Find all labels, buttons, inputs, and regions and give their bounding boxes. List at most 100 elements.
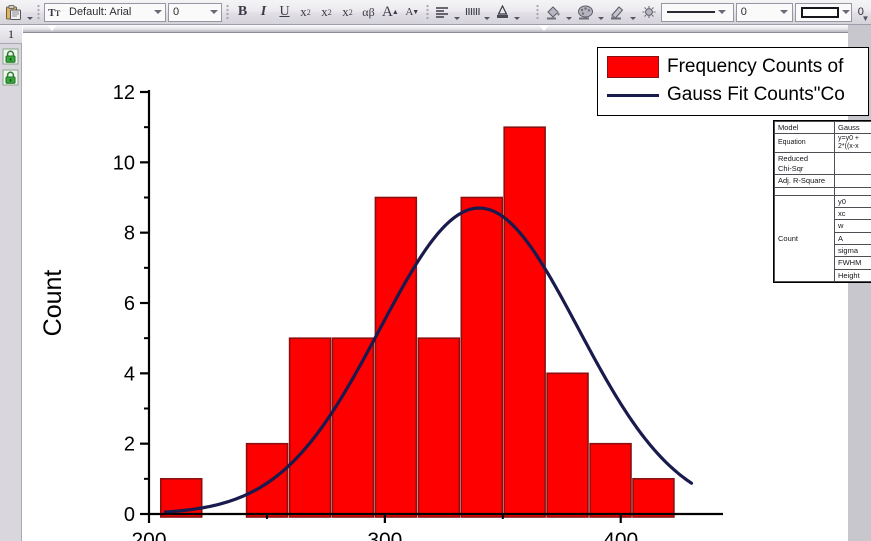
fit-statistics-grid: Model Gauss Equation y=y0 +2*((x-x Reduced Ch… xyxy=(774,121,871,283)
superscript-exp: 2 xyxy=(306,7,311,17)
histogram-bar[interactable] xyxy=(374,196,418,518)
toolbar-separator xyxy=(37,3,40,21)
histogram-bar[interactable] xyxy=(632,477,675,518)
stats-value-line: 2*((x-x xyxy=(838,143,859,151)
legend-label: Gauss Fit Counts"Co xyxy=(667,84,845,105)
chevron-down-icon[interactable] xyxy=(839,4,854,21)
stats-row: Reduced Chi-Sqr xyxy=(774,152,871,176)
paste-dropdown-arrow[interactable] xyxy=(25,2,34,23)
stats-param-name: sigma xyxy=(838,246,859,256)
stats-label-cell: Reduced Chi-Sqr xyxy=(774,152,835,176)
bold-button[interactable]: B xyxy=(232,2,253,23)
fit-statistics-table[interactable]: Model Gauss Equation y=y0 +2*((x-x Reduced Ch… xyxy=(773,120,871,284)
ruler-margin-marker-left[interactable] xyxy=(47,25,57,31)
y-axis-tick-label: 0 xyxy=(124,504,135,526)
legend-entry-frequency-counts[interactable]: Frequency Counts of xyxy=(607,53,868,81)
font-family-value: Default: Arial xyxy=(69,6,132,18)
fill-color-dropdown-arrow[interactable] xyxy=(565,2,574,23)
histogram-bar[interactable] xyxy=(331,337,375,518)
stats-label-line: Chi-Sqr xyxy=(778,163,804,173)
stats-label-cell: Model xyxy=(774,121,835,135)
y-axis-tick-label: 12 xyxy=(113,82,135,104)
stats-param-name: Height xyxy=(838,270,860,280)
font-color-icon[interactable] xyxy=(492,2,513,23)
greek-symbol-button[interactable]: αβ xyxy=(358,2,379,23)
underline-button[interactable]: U xyxy=(274,2,295,23)
histogram-bar[interactable] xyxy=(417,337,461,518)
trailing-value-combo[interactable]: 0 xyxy=(854,3,871,22)
arrow-down-icon: ▼ xyxy=(412,8,420,16)
superscript-subscript-button[interactable]: x2 xyxy=(337,2,358,23)
legend-entry-gauss-fit[interactable]: Gauss Fit Counts"Co xyxy=(607,81,868,109)
font-family-combo[interactable]: T T Default: Arial xyxy=(44,2,166,22)
chevron-down-icon[interactable] xyxy=(206,4,221,21)
font-color-dropdown-arrow[interactable] xyxy=(513,2,522,23)
line-color-icon[interactable] xyxy=(606,2,629,23)
fill-color-icon[interactable] xyxy=(542,2,565,23)
stats-value-cell: y0 xyxy=(834,194,871,208)
font-size-combo[interactable]: 0 xyxy=(168,2,222,22)
stats-row: Model Gauss xyxy=(774,121,871,135)
decrease-font-button[interactable]: A ▼ xyxy=(402,2,423,23)
line-width-value: 0 xyxy=(740,6,747,18)
fill-pattern-combo[interactable] xyxy=(794,2,854,22)
stats-label-line: Model xyxy=(778,123,799,132)
histogram-bar[interactable] xyxy=(546,372,589,518)
y-axis-tick-label: 6 xyxy=(124,293,135,315)
y-axis-tick-label: 8 xyxy=(124,223,135,245)
bar-series[interactable] xyxy=(160,126,675,518)
chevron-down-icon[interactable] xyxy=(777,4,792,21)
line-width-combo[interactable]: 0 xyxy=(735,2,793,22)
stats-param-name: FWHM xyxy=(838,258,862,268)
stats-param-name: A xyxy=(838,233,844,243)
superscript-button[interactable]: x2 xyxy=(295,2,316,23)
stats-label-cell: Equation xyxy=(774,133,835,154)
toolbar-separator xyxy=(425,3,429,21)
columns-icon[interactable] xyxy=(462,2,483,23)
histogram-bar[interactable] xyxy=(288,337,332,518)
columns-dropdown-arrow[interactable] xyxy=(483,2,492,23)
fill-pattern-preview xyxy=(800,6,839,18)
stats-group-label: Count xyxy=(778,233,799,243)
increase-font-button[interactable]: A ▲ xyxy=(379,2,402,23)
line-color-dropdown-arrow[interactable] xyxy=(629,2,638,23)
y-axis-title: Count xyxy=(39,270,67,337)
histogram-bar[interactable] xyxy=(589,442,632,518)
lamp-icon[interactable] xyxy=(638,2,660,23)
x-axis-tick-label: 300 xyxy=(367,529,402,541)
lock-icon[interactable] xyxy=(2,48,19,65)
stats-label-line: Reduced xyxy=(778,154,809,164)
y-axis-tick-label: 10 xyxy=(113,152,135,174)
histogram-bar[interactable] xyxy=(503,126,546,518)
graph-page[interactable]: 0 2 4 6 8 10 12 200 300 400 Count Frequency Counts… xyxy=(23,33,871,541)
chart-legend[interactable]: Frequency Counts of Gauss Fit Counts"Co xyxy=(597,47,869,116)
chevron-down-icon[interactable] xyxy=(150,4,165,21)
chevron-down-icon[interactable] xyxy=(715,4,730,21)
align-left-icon[interactable] xyxy=(432,2,453,23)
italic-button[interactable]: I xyxy=(253,2,274,23)
stats-param-name: w xyxy=(838,221,844,231)
stats-value-cell: sigma xyxy=(834,244,871,258)
stats-label-line: Adj. R-Square xyxy=(778,176,826,186)
stats-param-name: y0 xyxy=(838,196,846,206)
horizontal-ruler[interactable] xyxy=(23,25,871,33)
stats-param-name: xc xyxy=(838,208,846,218)
subscript-button[interactable]: x2 xyxy=(316,2,337,23)
line-style-combo[interactable] xyxy=(660,2,734,22)
palette-dropdown-arrow[interactable] xyxy=(597,2,606,23)
stats-value-cell xyxy=(834,152,871,176)
histogram-bar[interactable] xyxy=(245,442,289,518)
font-size-value: 0 xyxy=(173,6,180,18)
stats-value-cell: A xyxy=(834,231,871,246)
row-number-header[interactable]: 1 xyxy=(0,25,22,44)
y-axis-tick-label: 2 xyxy=(124,434,135,456)
paste-icon[interactable] xyxy=(2,2,25,23)
lock-icon[interactable] xyxy=(2,69,19,86)
origin-graph-window: T T Default: Arial 0 B I U x2 x2 x2 αβ A… xyxy=(0,0,871,541)
histogram-bar[interactable] xyxy=(460,196,503,518)
stats-label-cell xyxy=(774,186,835,196)
palette-icon[interactable] xyxy=(574,2,597,23)
toolbar-separator xyxy=(226,3,229,21)
ruler-margin-marker-right[interactable] xyxy=(539,25,549,31)
align-dropdown-arrow[interactable] xyxy=(453,2,462,23)
